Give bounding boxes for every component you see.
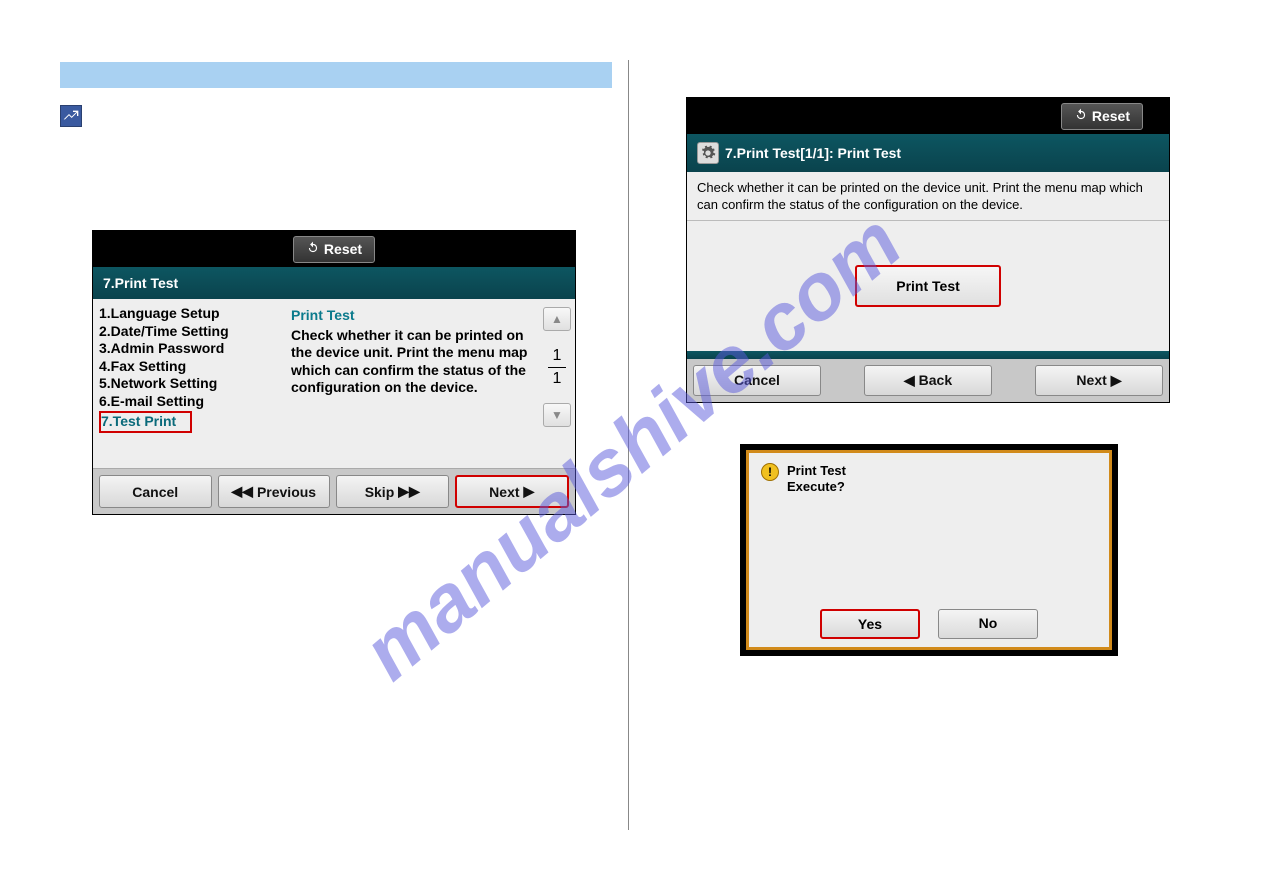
print-test-button[interactable]: Print Test — [855, 265, 1001, 307]
description-title: Print Test — [291, 307, 531, 325]
instruction-text: Check whether it can be printed on the d… — [687, 172, 1169, 221]
no-button[interactable]: No — [938, 609, 1038, 639]
reset-icon — [306, 241, 320, 258]
menu-item-email[interactable]: 6.E-mail Setting — [99, 393, 277, 411]
menu-item-admin-pw[interactable]: 3.Admin Password — [99, 340, 277, 358]
confirm-dialog: ! Print Test Execute? Yes No — [746, 450, 1112, 650]
teal-strip — [687, 351, 1169, 359]
chevron-right-icon: ▶ — [524, 483, 535, 500]
dialog-button-row: Yes No — [749, 609, 1109, 639]
scroll-down-button[interactable]: ▼ — [543, 403, 571, 427]
chevron-left-double-icon: ◀◀ — [231, 483, 253, 500]
screenshot1-header: 7.Print Test — [93, 267, 575, 299]
screenshot2-header: 7.Print Test[1/1]: Print Test — [687, 134, 1169, 172]
screenshot-print-test-action: Reset 7.Print Test[1/1]: Print Test Chec… — [686, 97, 1170, 403]
scroll-up-button[interactable]: ▲ — [543, 307, 571, 331]
screenshot1-header-text: 7.Print Test — [103, 275, 178, 291]
info-icon: ! — [761, 463, 779, 481]
page-indicator: 1 1 — [548, 347, 566, 387]
page-total: 1 — [548, 370, 566, 388]
next-button[interactable]: Next▶ — [455, 475, 570, 508]
reset-icon — [1074, 108, 1088, 125]
screenshot-confirm-dialog: ! Print Test Execute? Yes No — [740, 444, 1118, 656]
skip-button[interactable]: Skip▶▶ — [336, 475, 449, 508]
chevron-right-double-icon: ▶▶ — [398, 483, 420, 500]
back-button[interactable]: ◀Back — [864, 365, 992, 396]
screenshot2-topbar: Reset — [687, 98, 1169, 134]
chevron-right-icon: ▶ — [1111, 372, 1122, 389]
menu-item-network[interactable]: 5.Network Setting — [99, 375, 277, 393]
blue-highlight-bar — [60, 62, 612, 88]
dialog-title: Print Test — [787, 463, 846, 479]
description-pane: Print Test Check whether it can be print… — [283, 299, 539, 468]
column-divider — [628, 60, 629, 830]
note-icon — [60, 105, 82, 127]
chevron-left-icon: ◀ — [904, 372, 915, 389]
screenshot1-topbar: Reset — [93, 231, 575, 267]
reset-label: Reset — [1092, 108, 1130, 124]
next-button-2[interactable]: Next▶ — [1035, 365, 1163, 396]
screenshot-print-test-menu: Reset 7.Print Test 1.Language Setup 2.Da… — [92, 230, 576, 515]
screenshot2-header-text: 7.Print Test[1/1]: Print Test — [725, 145, 901, 161]
menu-item-datetime[interactable]: 2.Date/Time Setting — [99, 323, 277, 341]
page-scroll-column: ▲ 1 1 ▼ — [539, 299, 575, 468]
menu-item-fax[interactable]: 4.Fax Setting — [99, 358, 277, 376]
cancel-button[interactable]: Cancel — [99, 475, 212, 508]
screenshot1-navbar: Cancel ◀◀Previous Skip▶▶ Next▶ — [93, 469, 575, 514]
page-current: 1 — [548, 347, 566, 365]
dialog-message: Execute? — [787, 479, 846, 495]
wizard-menu-list: 1.Language Setup 2.Date/Time Setting 3.A… — [93, 299, 283, 468]
reset-button[interactable]: Reset — [293, 236, 375, 263]
gear-icon — [697, 142, 719, 164]
reset-label: Reset — [324, 241, 362, 257]
menu-item-language[interactable]: 1.Language Setup — [99, 305, 277, 323]
previous-button[interactable]: ◀◀Previous — [218, 475, 331, 508]
menu-item-test-print[interactable]: 7.Test Print — [99, 411, 192, 433]
yes-button[interactable]: Yes — [820, 609, 920, 639]
screenshot2-navbar: Cancel ◀Back Next▶ — [687, 359, 1169, 402]
cancel-button-2[interactable]: Cancel — [693, 365, 821, 396]
description-body: Check whether it can be printed on the d… — [291, 327, 531, 397]
reset-button-2[interactable]: Reset — [1061, 103, 1143, 130]
